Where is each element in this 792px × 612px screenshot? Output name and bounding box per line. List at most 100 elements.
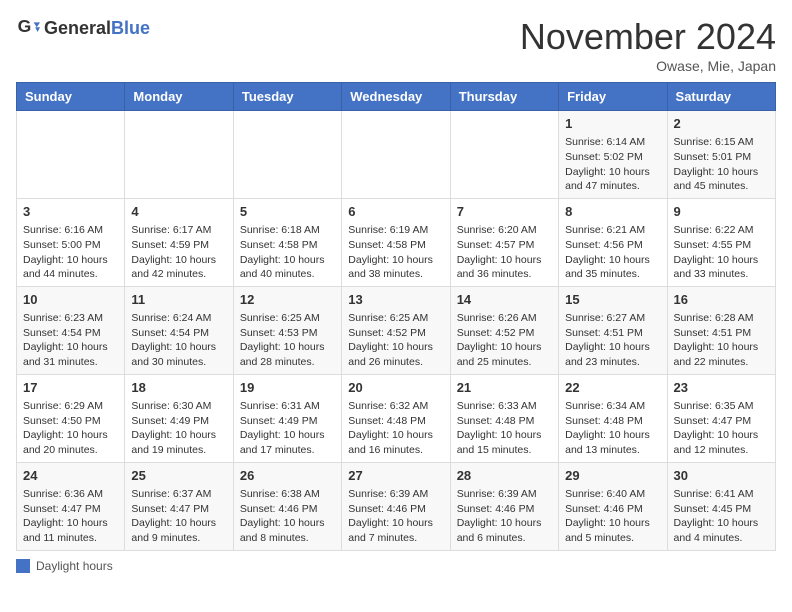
day-info: Daylight: 10 hours and 7 minutes. [348,516,443,545]
calendar-cell: 19Sunrise: 6:31 AMSunset: 4:49 PMDayligh… [233,374,341,462]
day-info: Sunrise: 6:38 AM [240,487,335,502]
calendar-cell: 21Sunrise: 6:33 AMSunset: 4:48 PMDayligh… [450,374,558,462]
day-info: Daylight: 10 hours and 23 minutes. [565,340,660,369]
day-number: 23 [674,379,769,397]
day-info: Daylight: 10 hours and 8 minutes. [240,516,335,545]
day-info: Daylight: 10 hours and 42 minutes. [131,253,226,282]
logo-text: GeneralBlue [44,18,150,39]
day-info: Sunrise: 6:16 AM [23,223,118,238]
day-info: Sunrise: 6:33 AM [457,399,552,414]
day-number: 15 [565,291,660,309]
day-number: 19 [240,379,335,397]
day-info: Sunrise: 6:29 AM [23,399,118,414]
day-number: 29 [565,467,660,485]
calendar-cell: 7Sunrise: 6:20 AMSunset: 4:57 PMDaylight… [450,198,558,286]
calendar-cell: 29Sunrise: 6:40 AMSunset: 4:46 PMDayligh… [559,462,667,550]
day-info: Sunset: 4:45 PM [674,502,769,517]
day-number: 21 [457,379,552,397]
day-info: Sunset: 4:59 PM [131,238,226,253]
day-number: 7 [457,203,552,221]
day-number: 1 [565,115,660,133]
calendar-cell: 27Sunrise: 6:39 AMSunset: 4:46 PMDayligh… [342,462,450,550]
day-info: Sunrise: 6:41 AM [674,487,769,502]
calendar-cell [17,111,125,199]
month-title: November 2024 [520,16,776,58]
calendar-cell: 9Sunrise: 6:22 AMSunset: 4:55 PMDaylight… [667,198,775,286]
day-info: Sunrise: 6:17 AM [131,223,226,238]
day-info: Sunset: 4:46 PM [240,502,335,517]
day-number: 16 [674,291,769,309]
day-info: Daylight: 10 hours and 33 minutes. [674,253,769,282]
day-number: 10 [23,291,118,309]
calendar-cell [233,111,341,199]
day-info: Sunset: 4:46 PM [457,502,552,517]
day-info: Sunset: 4:55 PM [674,238,769,253]
calendar-cell: 8Sunrise: 6:21 AMSunset: 4:56 PMDaylight… [559,198,667,286]
day-number: 18 [131,379,226,397]
day-info: Sunset: 4:51 PM [565,326,660,341]
calendar-cell: 16Sunrise: 6:28 AMSunset: 4:51 PMDayligh… [667,286,775,374]
day-info: Sunset: 4:49 PM [240,414,335,429]
day-info: Daylight: 10 hours and 25 minutes. [457,340,552,369]
day-info: Sunset: 4:57 PM [457,238,552,253]
calendar-header-tuesday: Tuesday [233,83,341,111]
logo: G GeneralBlue [16,16,150,40]
calendar-cell: 1Sunrise: 6:14 AMSunset: 5:02 PMDaylight… [559,111,667,199]
day-info: Daylight: 10 hours and 9 minutes. [131,516,226,545]
calendar-header-sunday: Sunday [17,83,125,111]
day-info: Sunset: 4:52 PM [457,326,552,341]
calendar-header-row: SundayMondayTuesdayWednesdayThursdayFrid… [17,83,776,111]
day-info: Sunrise: 6:25 AM [240,311,335,326]
calendar-cell: 15Sunrise: 6:27 AMSunset: 4:51 PMDayligh… [559,286,667,374]
day-info: Sunrise: 6:31 AM [240,399,335,414]
day-info: Daylight: 10 hours and 45 minutes. [674,165,769,194]
day-info: Daylight: 10 hours and 31 minutes. [23,340,118,369]
day-info: Sunrise: 6:19 AM [348,223,443,238]
day-info: Sunset: 4:54 PM [131,326,226,341]
day-number: 27 [348,467,443,485]
calendar-cell: 28Sunrise: 6:39 AMSunset: 4:46 PMDayligh… [450,462,558,550]
day-number: 22 [565,379,660,397]
calendar-cell: 24Sunrise: 6:36 AMSunset: 4:47 PMDayligh… [17,462,125,550]
day-info: Sunrise: 6:26 AM [457,311,552,326]
calendar-cell: 25Sunrise: 6:37 AMSunset: 4:47 PMDayligh… [125,462,233,550]
day-info: Sunrise: 6:39 AM [457,487,552,502]
day-info: Sunset: 4:52 PM [348,326,443,341]
calendar-cell: 10Sunrise: 6:23 AMSunset: 4:54 PMDayligh… [17,286,125,374]
day-number: 30 [674,467,769,485]
calendar-cell: 18Sunrise: 6:30 AMSunset: 4:49 PMDayligh… [125,374,233,462]
day-info: Daylight: 10 hours and 26 minutes. [348,340,443,369]
day-number: 3 [23,203,118,221]
title-block: November 2024 Owase, Mie, Japan [520,16,776,74]
day-info: Sunset: 4:58 PM [348,238,443,253]
day-info: Sunset: 5:01 PM [674,150,769,165]
day-info: Sunrise: 6:28 AM [674,311,769,326]
day-number: 13 [348,291,443,309]
calendar-cell: 22Sunrise: 6:34 AMSunset: 4:48 PMDayligh… [559,374,667,462]
calendar-cell: 30 Sunrise: 6:41 AMSunset: 4:45 PMDayligh… [667,462,775,550]
calendar-cell: 17Sunrise: 6:29 AMSunset: 4:50 PMDayligh… [17,374,125,462]
day-info: Sunset: 4:50 PM [23,414,118,429]
location: Owase, Mie, Japan [520,58,776,74]
calendar-cell: 12Sunrise: 6:25 AMSunset: 4:53 PMDayligh… [233,286,341,374]
calendar-cell [450,111,558,199]
day-info: Sunset: 5:02 PM [565,150,660,165]
day-info: Daylight: 10 hours and 12 minutes. [674,428,769,457]
logo-general: General [44,18,111,38]
calendar-cell [342,111,450,199]
calendar-cell: 14Sunrise: 6:26 AMSunset: 4:52 PMDayligh… [450,286,558,374]
day-info: Sunrise: 6:35 AM [674,399,769,414]
day-info: Sunrise: 6:36 AM [23,487,118,502]
day-number: 8 [565,203,660,221]
calendar-week-2: 3Sunrise: 6:16 AMSunset: 5:00 PMDaylight… [17,198,776,286]
calendar-cell: 20Sunrise: 6:32 AMSunset: 4:48 PMDayligh… [342,374,450,462]
calendar-cell: 2Sunrise: 6:15 AMSunset: 5:01 PMDaylight… [667,111,775,199]
day-info: Sunrise: 6:39 AM [348,487,443,502]
day-number: 25 [131,467,226,485]
calendar-cell [125,111,233,199]
day-info: Sunrise: 6:15 AM [674,135,769,150]
calendar-cell: 6Sunrise: 6:19 AMSunset: 4:58 PMDaylight… [342,198,450,286]
day-info: Daylight: 10 hours and 4 minutes. [674,516,769,545]
day-info: Daylight: 10 hours and 16 minutes. [348,428,443,457]
calendar-header-monday: Monday [125,83,233,111]
